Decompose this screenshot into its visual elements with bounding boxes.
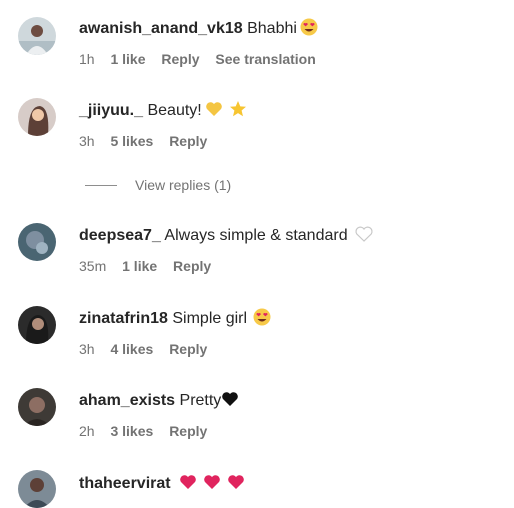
view-replies-button[interactable]: View replies (1): [85, 176, 231, 194]
avatar[interactable]: [18, 388, 56, 426]
comment-username[interactable]: zinatafrin18: [79, 310, 168, 327]
comment-text: Bhabhi: [247, 20, 297, 37]
avatar[interactable]: [18, 17, 56, 55]
heart-eyes-emoji-icon: [253, 308, 271, 332]
comment-meta: 3h 5 likes Reply: [79, 132, 219, 150]
comment-meta: 2h 3 likes Reply: [79, 422, 219, 440]
comment-text: Simple girl: [172, 310, 248, 327]
comment-username[interactable]: aham_exists: [79, 392, 175, 409]
reply-button[interactable]: Reply: [161, 51, 199, 67]
yellow-heart-icon: [205, 100, 223, 124]
heart-eyes-emoji-icon: [300, 18, 318, 42]
avatar[interactable]: [18, 223, 56, 261]
comment-likes[interactable]: 5 likes: [110, 133, 153, 149]
comment-text: Pretty: [179, 392, 222, 409]
red-heart-icon: [179, 473, 197, 497]
reply-button[interactable]: Reply: [169, 133, 207, 149]
avatar[interactable]: [18, 306, 56, 344]
comment-likes[interactable]: 1 like: [110, 51, 145, 67]
comment-likes[interactable]: 3 likes: [110, 423, 153, 439]
comment-time: 35m: [79, 258, 107, 274]
comment-time: 2h: [79, 423, 95, 439]
comment-line: _jiiyuu._ Beauty!: [79, 100, 247, 124]
red-heart-icon: [203, 473, 221, 497]
comment-line: zinatafrin18 Simple girl: [79, 308, 271, 332]
black-heart-icon: [221, 390, 239, 414]
reply-button[interactable]: Reply: [173, 258, 211, 274]
comment-meta: 3h 4 likes Reply: [79, 340, 219, 358]
comment-likes[interactable]: 4 likes: [110, 341, 153, 357]
avatar[interactable]: [18, 470, 56, 508]
comment-meta: 1h 1 like Reply See translation: [79, 50, 328, 68]
comment-line: aham_exists Pretty: [79, 390, 239, 414]
comment-username[interactable]: _jiiyuu._: [79, 102, 143, 119]
avatar[interactable]: [18, 98, 56, 136]
reply-button[interactable]: Reply: [169, 423, 207, 439]
divider: [85, 184, 117, 186]
comment-line: awanish_anand_vk18 Bhabhi: [79, 18, 318, 42]
comment-text: Beauty!: [147, 102, 202, 119]
comment-line: thaheervirat: [79, 473, 245, 497]
comment-time: 1h: [79, 51, 95, 67]
red-heart-icon: [227, 473, 245, 497]
reply-button[interactable]: Reply: [169, 341, 207, 357]
comment-username[interactable]: thaheervirat: [79, 475, 171, 492]
comment-line: deepsea7_ Always simple & standard: [79, 225, 374, 249]
see-translation-button[interactable]: See translation: [215, 51, 315, 67]
comment-username[interactable]: awanish_anand_vk18: [79, 20, 243, 37]
view-replies-label: View replies (1): [135, 177, 232, 193]
comment-text: Always simple & standard: [164, 227, 348, 244]
comment-likes[interactable]: 1 like: [122, 258, 157, 274]
white-heart-icon: [354, 225, 374, 249]
comment-meta: 35m 1 like Reply: [79, 257, 223, 275]
comment-time: 3h: [79, 341, 95, 357]
comment-username[interactable]: deepsea7_: [79, 227, 161, 244]
comment-time: 3h: [79, 133, 95, 149]
star-icon: [229, 100, 247, 124]
